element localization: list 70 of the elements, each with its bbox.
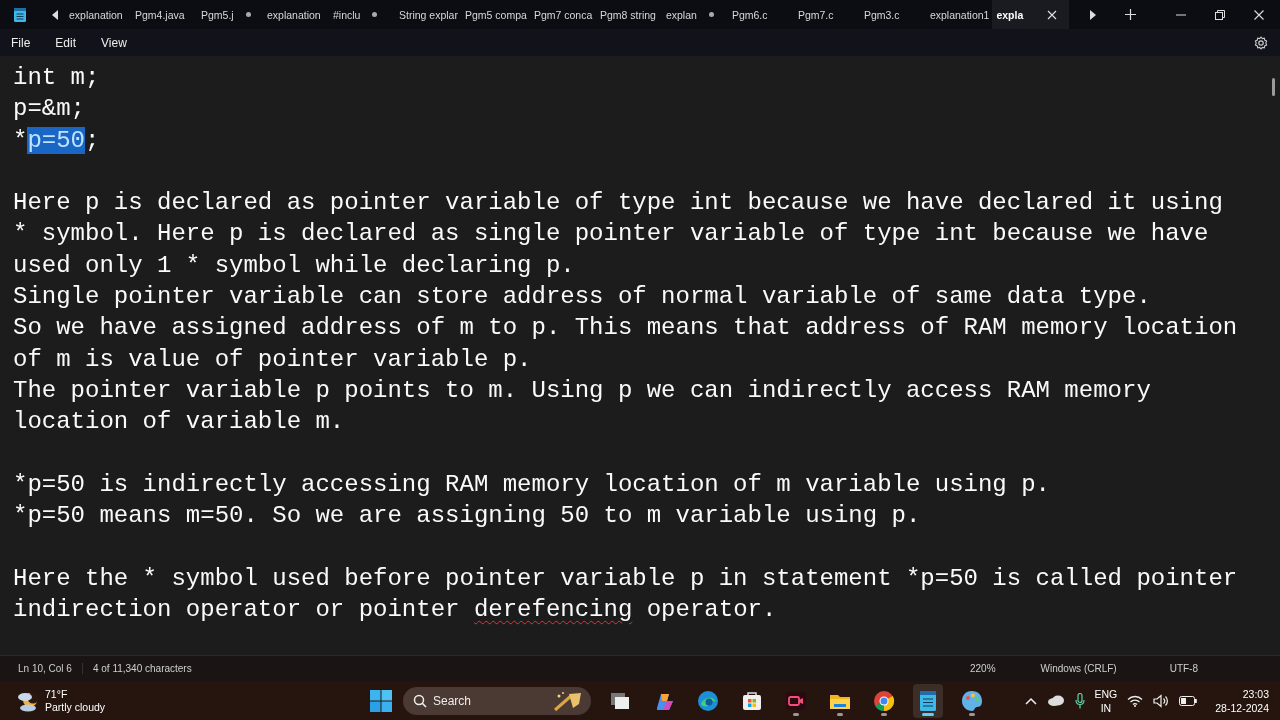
close-icon[interactable] (1254, 9, 1264, 20)
language-indicator[interactable]: ENG IN (1094, 686, 1118, 715)
tab[interactable]: Pgm7 conca (529, 0, 596, 29)
restore-icon[interactable] (1215, 9, 1225, 20)
tab[interactable]: explanation1 (925, 0, 993, 29)
volume-icon[interactable] (1153, 693, 1170, 708)
text-line: * symbol. Here p is declared as single pointer variable of type int because we have (13, 219, 1209, 250)
text-line: indirection operator or pointer derefencing operator. (13, 595, 777, 626)
scrollbar-thumb[interactable] (1272, 78, 1275, 96)
notepad-icon[interactable] (13, 6, 27, 23)
tab[interactable]: Pgm6.c (727, 0, 794, 29)
wifi-icon[interactable] (1127, 694, 1144, 707)
close-icon[interactable] (1047, 9, 1058, 20)
notepad-icon (917, 689, 939, 712)
tab[interactable]: explanation (263, 0, 329, 29)
scroll-right-icon[interactable] (1089, 9, 1098, 20)
tab[interactable]: explan (661, 0, 728, 29)
tab[interactable]: explanation (65, 0, 131, 29)
search-icon (413, 693, 427, 708)
menu-item[interactable]: Edit (48, 35, 84, 50)
text-line: Here p is declared as pointer variable of type int because we have declared it using (13, 188, 1223, 219)
tab[interactable]: Pgm5.j (197, 0, 263, 29)
text-line: location of variable m. (13, 407, 345, 438)
text-line: *p=50; (13, 125, 100, 156)
cursor-position: Ln 10, Col 6 (18, 663, 83, 674)
camera-icon (785, 689, 807, 712)
cloud-icon[interactable] (1046, 695, 1065, 706)
microphone-icon[interactable] (1074, 692, 1085, 709)
tab[interactable]: expla (992, 0, 1070, 29)
encoding[interactable]: UTF-8 (1169, 663, 1198, 674)
menu-item[interactable]: File (4, 35, 38, 50)
browser-icon (697, 689, 719, 712)
taskbar-app[interactable] (913, 683, 943, 718)
temperature: 71°F (45, 687, 69, 701)
new-tab-icon[interactable] (1125, 9, 1137, 20)
minimize-icon[interactable] (1176, 13, 1186, 16)
character-count: 4 of 11,340 characters (92, 663, 192, 674)
zoom-level[interactable]: 220% (969, 663, 996, 674)
clock[interactable]: 23:03 28-12-2024 (1215, 686, 1269, 715)
text-line: Here the * symbol used before pointer variable p in statement *p=50 is called pointer (13, 563, 1238, 594)
menu-item[interactable]: View (94, 35, 134, 50)
text-line: *p=50 means m=50. So we are assigning 50 to m variable using p. (13, 501, 921, 532)
selected-text: p=50 (27, 126, 85, 154)
weather-condition: Partly cloudy (45, 700, 106, 714)
tab[interactable]: Pgm4.java (131, 0, 197, 29)
tab[interactable]: Pgm7.c (793, 0, 860, 29)
text-line: *p=50 is indirectly accessing RAM memory location of m variable using p. (13, 469, 1050, 500)
text-line: used only 1 * symbol while declaring p. (13, 250, 575, 281)
battery-icon[interactable] (1179, 695, 1198, 706)
text-line: p=&m; (13, 94, 85, 125)
tab[interactable]: Pgm5 compa (461, 0, 530, 29)
tab[interactable]: #inclu (329, 0, 395, 29)
text-line: Single pointer variable can store address of normal variable of same data type. (13, 282, 1151, 313)
text-line: int m; (13, 63, 100, 93)
settings-icon[interactable] (1254, 35, 1268, 50)
text-line: of m is value of pointer variable p. (13, 344, 532, 375)
text-line: The pointer variable p points to m. Using p we can indirectly access RAM memory (13, 375, 1151, 406)
scroll-left-icon[interactable] (51, 9, 59, 20)
store-icon (741, 689, 763, 712)
tab[interactable]: Pgm8 string (595, 0, 662, 29)
line-ending[interactable]: Windows (CRLF) (1040, 663, 1117, 674)
start-icon[interactable] (370, 689, 392, 712)
weather-widget[interactable]: 71°F Partly cloudy (16, 687, 106, 714)
search-field[interactable]: Search (403, 686, 591, 715)
tab[interactable]: Pgm3.c (859, 0, 926, 29)
text-line: So we have assigned address of m to p. This means that address of RAM memory location (13, 313, 1238, 344)
tab[interactable]: String explar (395, 0, 461, 29)
palette-icon (961, 689, 983, 712)
browser-icon (873, 689, 895, 712)
chevron-up-icon[interactable] (1024, 696, 1037, 705)
